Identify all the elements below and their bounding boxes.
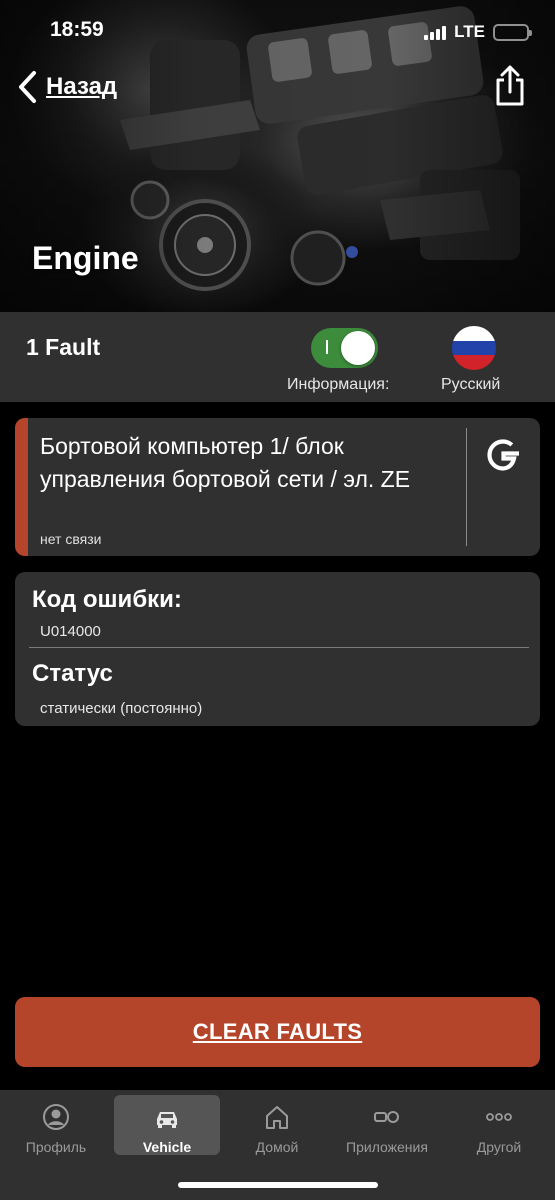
network-type: LTE — [454, 22, 485, 41]
module-subtitle: нет связи — [40, 531, 102, 547]
apps-icon — [374, 1111, 399, 1123]
tab-profile[interactable]: Профиль — [3, 1095, 109, 1155]
module-title: Бортовой компьютер 1/ блок управления бо… — [40, 433, 411, 492]
fault-details-card: Код ошибки: U014000 Статус статически (п… — [15, 572, 540, 726]
share-button[interactable] — [493, 64, 527, 108]
module-accent-bar — [15, 418, 28, 556]
tab-home[interactable]: Домой — [224, 1095, 330, 1155]
share-icon — [496, 65, 524, 106]
profile-icon — [43, 1104, 69, 1130]
google-icon[interactable] — [480, 432, 526, 478]
more-icon — [486, 1113, 512, 1121]
status-value: статически (постоянно) — [40, 700, 203, 717]
clear-faults-label: CLEAR FAULTS — [192, 1019, 363, 1044]
russian-flag-icon[interactable] — [452, 326, 496, 370]
fault-code-label: Код ошибки: — [32, 586, 182, 613]
info-toggle[interactable] — [311, 328, 378, 368]
tab-other[interactable]: Другой — [446, 1095, 552, 1155]
clear-faults-button[interactable]: CLEAR FAULTS — [15, 997, 540, 1067]
module-divider — [466, 428, 467, 546]
toggle-knob — [341, 331, 375, 365]
back-button[interactable]: Назад — [16, 70, 117, 104]
home-icon — [266, 1106, 288, 1129]
tab-home-label: Домой — [255, 1139, 299, 1155]
tab-apps-label: Приложения — [346, 1139, 428, 1155]
home-indicator — [178, 1182, 378, 1188]
status-time: 18:59 — [50, 18, 104, 41]
battery-icon — [493, 23, 532, 41]
fault-count: 1 Fault — [26, 334, 101, 360]
signal-icon — [424, 24, 447, 40]
language-label: Русский — [441, 376, 501, 393]
page-title: Engine — [32, 240, 139, 276]
car-icon — [157, 1112, 177, 1128]
module-card[interactable]: Бортовой компьютер 1/ блок управления бо… — [15, 418, 540, 556]
status-bar: 18:59 LTE — [0, 14, 555, 50]
info-toggle-label: Информация: — [287, 376, 390, 393]
tab-profile-label: Профиль — [25, 1139, 87, 1155]
details-divider — [29, 647, 529, 648]
status-label: Статус — [32, 660, 113, 687]
toggle-on-mark — [326, 340, 328, 354]
chevron-left-icon — [19, 71, 36, 103]
tab-vehicle[interactable]: Vehicle — [114, 1095, 220, 1155]
tab-apps[interactable]: Приложения — [334, 1095, 440, 1155]
tab-vehicle-label: Vehicle — [142, 1139, 192, 1155]
back-label: Назад — [46, 73, 118, 100]
status-indicators: LTE — [424, 22, 532, 42]
tab-other-label: Другой — [476, 1139, 522, 1155]
fault-code-value: U014000 — [40, 623, 101, 640]
